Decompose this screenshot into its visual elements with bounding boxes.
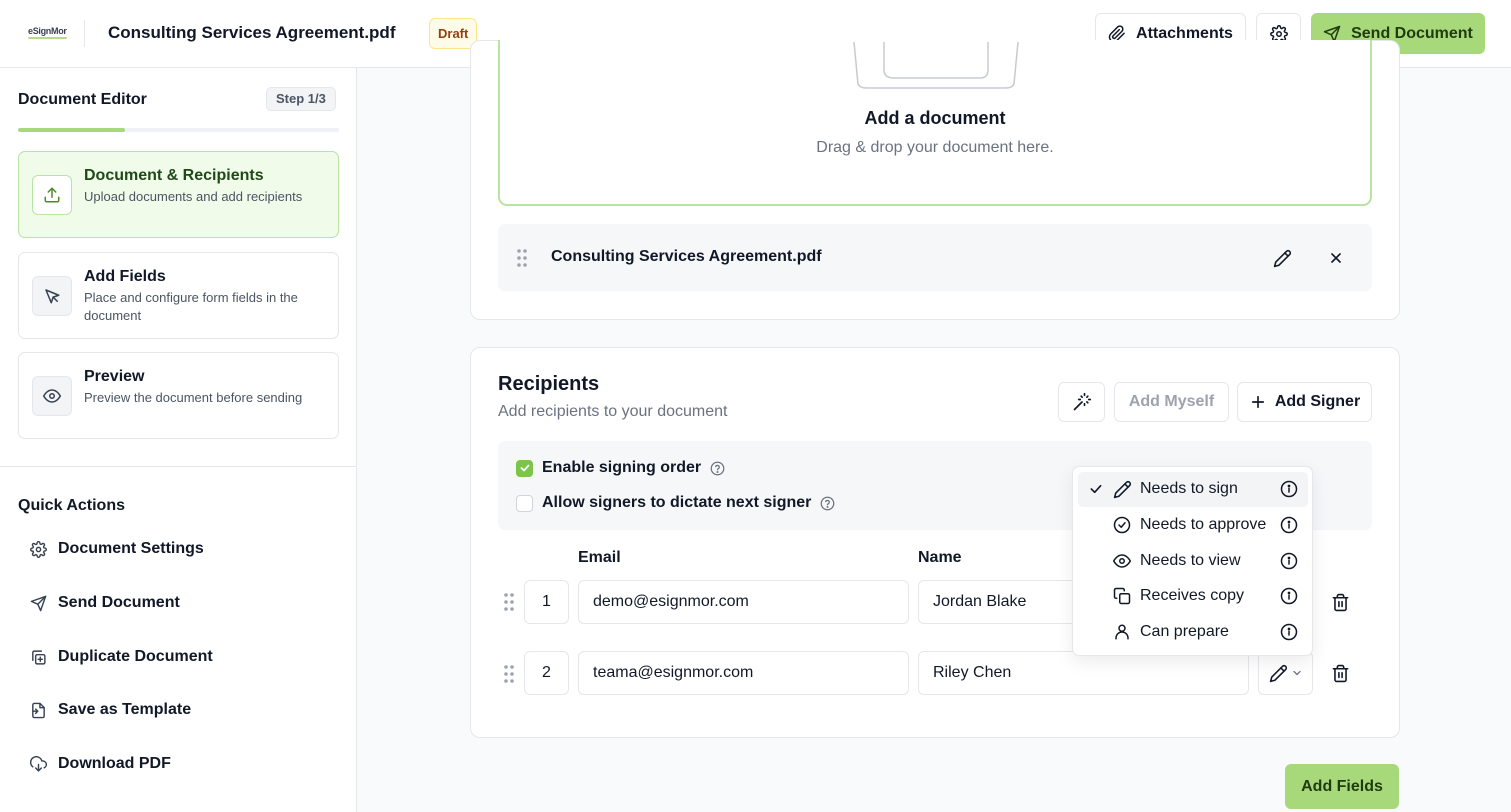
pen-icon [1269,664,1288,683]
status-badge: Draft [429,18,478,49]
user-icon [1113,623,1131,641]
template-icon [30,702,47,719]
quick-action-save-template[interactable]: Save as Template [30,701,191,719]
file-name: Consulting Services Agreement.pdf [551,248,822,265]
step-description: Upload documents and add recipients [84,189,303,204]
app-logo[interactable]: eSignMor [28,26,67,39]
edit-file-button[interactable] [1270,246,1294,270]
step-preview[interactable]: Preview Preview the document before send… [18,352,339,439]
auto-fill-button[interactable] [1058,382,1105,422]
sidebar-title: Document Editor [18,91,147,108]
role-option-receives-copy[interactable]: Receives copy [1078,579,1308,614]
step-progress-bar [18,128,339,132]
document-drop-zone[interactable]: Add a document Drag & drop your document… [498,40,1372,206]
step-name: Add Fields [84,268,166,285]
step-name: Document & Recipients [84,167,264,184]
name-column-header: Name [918,549,962,566]
recipients-title: Recipients [498,373,600,395]
quick-action-send-document[interactable]: Send Document [30,594,180,612]
email-column-header: Email [578,549,621,566]
check-icon [1088,481,1104,497]
step-document-recipients[interactable]: Document & Recipients Upload documents a… [18,151,339,238]
email-field[interactable] [578,651,909,695]
remove-file-button[interactable] [1324,246,1348,270]
download-icon [30,755,47,773]
step-name: Preview [84,368,145,385]
recipient-role-select[interactable] [1258,651,1313,695]
trash-icon [1331,593,1350,612]
step-description: Preview the document before sending [84,390,303,405]
trash-icon [1331,664,1350,683]
info-icon[interactable] [1280,516,1298,534]
signing-order-input[interactable] [524,580,569,624]
drop-zone-subtitle: Drag & drop your document here. [816,139,1054,156]
pencil-icon [1273,249,1292,268]
quick-actions-title: Quick Actions [18,497,125,514]
chevron-down-icon [1291,667,1303,679]
plus-icon [1249,393,1267,411]
upload-icon [43,186,61,204]
quick-action-document-settings[interactable]: Document Settings [30,540,204,558]
enable-signing-order-checkbox[interactable] [516,459,533,477]
gear-icon [30,540,47,558]
delete-recipient-button[interactable] [1328,590,1352,614]
magic-wand-icon [1072,392,1092,412]
add-fields-button[interactable]: Add Fields [1285,764,1399,809]
role-option-needs-to-view[interactable]: Needs to view [1078,544,1308,579]
drag-handle-icon[interactable] [501,590,517,614]
role-option-needs-to-sign[interactable]: Needs to sign [1078,472,1308,507]
drag-handle-icon[interactable] [501,662,517,686]
info-icon[interactable] [1280,587,1298,605]
sidebar: Document Editor Step 1/3 Document & Reci… [0,68,357,812]
help-icon[interactable] [710,461,725,476]
add-myself-button[interactable]: Add Myself [1114,382,1229,422]
document-title: Consulting Services Agreement.pdf [108,23,396,42]
eye-icon [1113,552,1131,570]
drag-handle-icon[interactable] [514,246,530,270]
cursor-pointer-icon [43,287,61,305]
document-illustration-icon [852,40,1022,90]
recipients-subtitle: Add recipients to your document [498,403,728,420]
enable-signing-order-option: Enable signing order [516,459,725,477]
signing-order-input[interactable] [524,651,569,695]
info-icon[interactable] [1280,623,1298,641]
check-circle-icon [1113,516,1131,534]
drop-zone-title: Add a document [864,108,1006,128]
info-icon[interactable] [1280,480,1298,498]
uploaded-file-row: Consulting Services Agreement.pdf [498,224,1372,291]
help-icon[interactable] [820,496,835,511]
send-icon [30,595,47,612]
quick-action-duplicate-document[interactable]: Duplicate Document [30,648,213,666]
eye-icon [43,387,61,405]
header-divider [84,20,85,47]
pen-icon [1113,480,1132,499]
sidebar-divider [0,466,356,467]
step-badge: Step 1/3 [266,87,336,111]
allow-dictate-checkbox[interactable] [516,494,533,512]
recipient-role-menu: Needs to sign Needs to approve Needs to … [1072,466,1313,656]
email-field[interactable] [578,580,909,624]
name-field[interactable] [918,651,1249,695]
info-icon[interactable] [1280,552,1298,570]
progress-fill [18,128,125,132]
step-add-fields[interactable]: Add Fields Place and configure form fiel… [18,252,339,339]
step-description: Place and configure form fields in the d… [84,290,298,323]
duplicate-icon [30,649,47,666]
allow-dictate-next-signer-option: Allow signers to dictate next signer [516,494,835,512]
quick-action-download-pdf[interactable]: Download PDF [30,755,171,773]
copy-icon [1113,587,1131,605]
close-icon [1328,250,1344,266]
role-option-can-prepare[interactable]: Can prepare [1078,615,1308,650]
add-signer-button[interactable]: Add Signer [1237,382,1372,422]
delete-recipient-button[interactable] [1328,661,1352,685]
role-option-needs-to-approve[interactable]: Needs to approve [1078,508,1308,543]
